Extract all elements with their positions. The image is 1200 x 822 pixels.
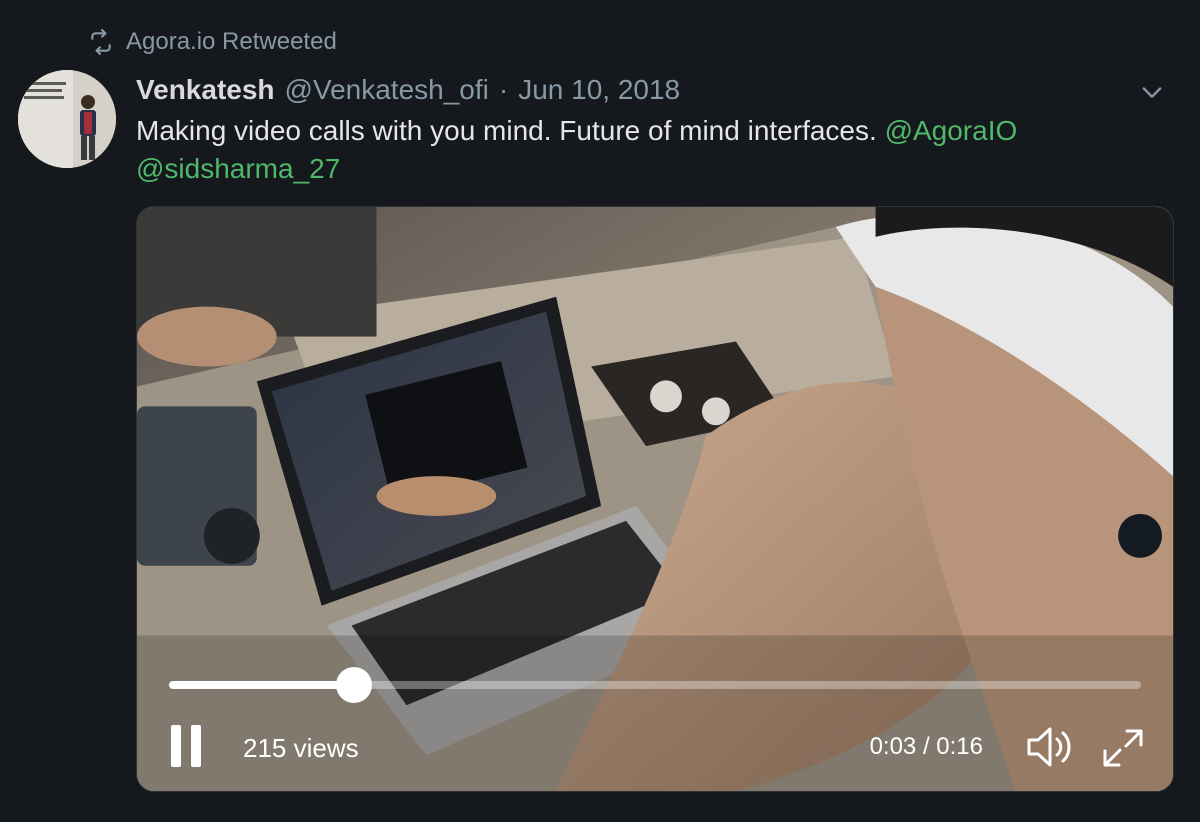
mention-sidsharma[interactable]: @sidsharma_27	[136, 153, 340, 184]
volume-button[interactable]	[1023, 723, 1077, 771]
video-progress-fill	[169, 681, 354, 689]
user-handle[interactable]: @Venkatesh_ofi	[285, 74, 489, 106]
retweet-icon	[91, 29, 111, 55]
separator-dot: ·	[498, 74, 509, 105]
retweet-indicator[interactable]: Agora.io Retweeted	[88, 28, 337, 56]
display-name[interactable]: Venkatesh	[136, 74, 275, 106]
tweet-header: Venkatesh @Venkatesh_ofi · Jun 10, 2018	[136, 70, 1170, 110]
expand-icon	[1103, 729, 1143, 767]
tweet-date[interactable]: Jun 10, 2018	[518, 74, 680, 106]
pause-button[interactable]	[171, 725, 205, 769]
retweet-label: Agora.io Retweeted	[126, 28, 337, 55]
tweet-text: Making video calls with you mind. Future…	[136, 112, 1156, 188]
avatar[interactable]	[18, 70, 116, 168]
tweet-menu-button[interactable]	[1134, 74, 1170, 110]
chevron-down-icon	[1142, 87, 1162, 98]
video-time: 0:03 / 0:16	[869, 733, 983, 760]
view-count: 215 views	[243, 733, 359, 763]
video-frame	[137, 207, 1173, 791]
video-progress-thumb[interactable]	[335, 667, 372, 703]
video-progress-bar[interactable]	[169, 667, 1141, 703]
video-controls: 215 views 0:03 / 0:16	[137, 717, 1173, 777]
mention-agoraio[interactable]: @AgoraIO	[885, 115, 1018, 146]
pause-icon	[171, 725, 181, 767]
tweet-body: Making video calls with you mind. Future…	[136, 115, 885, 146]
fullscreen-button[interactable]	[1099, 725, 1147, 771]
avatar-image	[18, 70, 116, 168]
video-player[interactable]: 215 views 0:03 / 0:16	[136, 206, 1174, 792]
volume-icon	[1027, 727, 1071, 767]
